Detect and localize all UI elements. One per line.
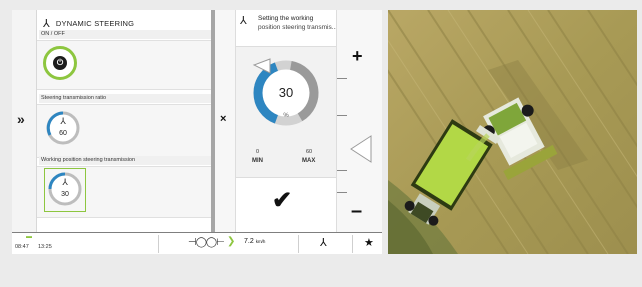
gauge-value: 30 xyxy=(279,85,293,100)
close-icon[interactable]: × xyxy=(220,113,226,125)
steering-icon: ⅄ xyxy=(240,15,247,27)
steering-wheel-icon[interactable]: ⅄ xyxy=(320,236,327,249)
status-separator xyxy=(352,235,353,253)
gauge-pointer xyxy=(252,58,271,74)
position-gauge[interactable]: 30 % xyxy=(248,55,324,131)
setting-title-line1: Setting the working xyxy=(258,15,314,22)
position-label: Working position steering transmission xyxy=(39,156,211,165)
plus-icon[interactable]: + xyxy=(352,46,363,67)
status-separator xyxy=(158,235,159,253)
left-strip: » xyxy=(12,10,37,232)
gauge-unit: % xyxy=(283,113,289,119)
star-icon[interactable]: ★ xyxy=(364,236,374,249)
scale-tick xyxy=(337,170,347,171)
triangle-left-icon[interactable] xyxy=(349,134,373,164)
power-icon: ⏻ xyxy=(53,56,67,70)
speed-readout: 7.2 km/h xyxy=(244,238,265,245)
terminal-screen: » ⅄ DYNAMIC STEERING ON / OFF ⏻ Steering … xyxy=(12,10,382,254)
min-label-text: MIN xyxy=(252,158,263,164)
power-toggle[interactable]: ⏻ xyxy=(43,46,77,80)
onoff-label: ON / OFF xyxy=(39,30,211,39)
speed-value: 7.2 xyxy=(244,238,254,245)
steering-indicator-icon: ❯ xyxy=(227,236,236,247)
speed-unit: km/h xyxy=(255,239,266,244)
panel-title-text: DYNAMIC STEERING xyxy=(55,19,135,28)
setting-title-line2: position steering transmis... xyxy=(258,24,336,31)
confirm-area: ✔ xyxy=(236,180,336,230)
svg-text:⅄: ⅄ xyxy=(61,178,68,188)
setting-title: ⅄ Setting the working position steering … xyxy=(240,14,336,32)
minus-icon[interactable]: – xyxy=(351,200,362,223)
checkmark-icon[interactable]: ✔ xyxy=(272,186,292,215)
adjust-strip: + – xyxy=(336,10,382,232)
position-value: 30 xyxy=(61,191,69,198)
max-label-text: MAX xyxy=(302,158,316,164)
battery-icon: ▬ xyxy=(26,234,32,240)
clock-time: 08:47 xyxy=(15,244,29,250)
ratio-dial[interactable]: ⅄ 60 xyxy=(45,110,81,146)
dynamic-steering-panel: ⅄ DYNAMIC STEERING ON / OFF ⏻ Steering tr… xyxy=(37,10,211,232)
gauge-area: 30 % 0 60 MIN MAX xyxy=(236,46,336,178)
scale-tick xyxy=(337,192,347,193)
status-bar: ▬ 08:47 13:25 ⊣◯◯⊢ ❯ 7.2 km/h ⅄ ★ xyxy=(12,232,382,254)
min-label: MIN xyxy=(252,158,263,164)
ratio-label: Steering transmission ratio xyxy=(39,94,211,103)
status-separator xyxy=(298,235,299,253)
double-chevron-right-icon[interactable]: » xyxy=(17,111,25,127)
steering-icon: ⅄ xyxy=(43,18,50,30)
scale-tick xyxy=(337,78,347,79)
aerial-harvest-photo xyxy=(388,10,637,254)
middle-strip: × xyxy=(215,10,236,232)
setting-panel: ⅄ Setting the working position steering … xyxy=(236,10,336,232)
max-value: 60 xyxy=(306,149,313,155)
harvest-image xyxy=(388,10,637,254)
max-label: MAX xyxy=(302,158,315,164)
secondary-time: 13:25 xyxy=(38,244,52,250)
min-value: 0 xyxy=(256,149,260,155)
panel-title: ⅄ DYNAMIC STEERING xyxy=(43,16,135,30)
ratio-value: 60 xyxy=(59,130,67,137)
scale-tick xyxy=(337,115,347,116)
steering-dial-icon: ⅄ xyxy=(59,117,66,127)
position-dial[interactable]: ⅄ 30 xyxy=(47,171,83,207)
tractor-icon: ⊣◯◯⊢ xyxy=(188,237,225,248)
